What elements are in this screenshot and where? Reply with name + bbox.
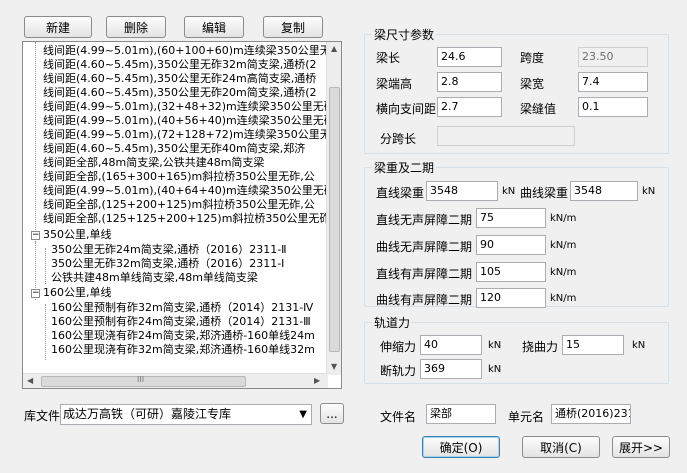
library-label: 库文件 bbox=[24, 409, 61, 423]
curve-no-barrier-label: 曲线无声屏障二期 bbox=[376, 240, 473, 254]
scroll-left-icon[interactable]: ◀ bbox=[27, 376, 33, 385]
scroll-up-icon[interactable]: ▲ bbox=[331, 44, 337, 53]
tree-connector bbox=[45, 304, 46, 360]
beam-library-tree[interactable]: 线间距(4.99~5.01m),(60+100+60)m连续梁350公里无砟 线… bbox=[22, 41, 342, 389]
tree-rows: 线间距(4.99~5.01m),(60+100+60)m连续梁350公里无砟 线… bbox=[23, 42, 328, 375]
deflection-force-label: 挠曲力 bbox=[522, 340, 559, 354]
straight-no-barrier-unit: kN/m bbox=[550, 213, 577, 224]
beam-weight-title: 梁重及二期 bbox=[372, 159, 437, 176]
straight-weight-input[interactable]: 3548 bbox=[426, 181, 498, 201]
scroll-down-icon[interactable]: ▼ bbox=[331, 362, 337, 371]
gap-input[interactable]: 0.1 bbox=[578, 97, 648, 117]
gap-label: 梁缝值 bbox=[520, 102, 557, 116]
ok-button[interactable]: 确定(O) bbox=[422, 436, 500, 458]
tree-item[interactable]: 线间距全部,(165+300+165)m斜拉桥350公里无砟,公 bbox=[43, 170, 315, 184]
cancel-button[interactable]: 取消(C) bbox=[522, 436, 600, 458]
beam-size-title: 梁尺寸参数 bbox=[372, 26, 437, 43]
span-label: 跨度 bbox=[520, 51, 545, 65]
straight-barrier-label: 直线有声屏障二期 bbox=[376, 267, 473, 281]
straight-barrier-unit: kN/m bbox=[550, 267, 577, 278]
unit-name-label: 单元名 bbox=[508, 410, 545, 424]
new-button[interactable]: 新建 bbox=[24, 16, 92, 38]
bearing-spacing-input[interactable]: 2.7 bbox=[437, 97, 502, 117]
filename-input[interactable]: 梁部 bbox=[426, 404, 496, 424]
straight-barrier-input[interactable]: 105 bbox=[476, 262, 546, 282]
filename-label: 文件名 bbox=[380, 410, 417, 424]
curve-weight-input[interactable]: 3548 bbox=[570, 181, 638, 201]
tree-item[interactable]: 350公里无砟24m简支梁,通桥（2016）2311-Ⅱ bbox=[51, 243, 287, 257]
tree-item[interactable]: 线间距(4.60~5.45m),350公里无砟24m高简支梁,通桥 bbox=[43, 72, 316, 86]
collapse-icon[interactable]: − bbox=[31, 289, 40, 298]
tree-item[interactable]: 线间距全部,48m简支梁,公铁共建48m简支梁 bbox=[43, 156, 264, 170]
tree-item[interactable]: 线间距全部,(125+125+200+125)m斜拉桥350公里无砟 bbox=[43, 212, 328, 226]
tree-item[interactable]: 线间距(4.99~5.01m),(40+64+40)m连续梁350公里无砟 bbox=[43, 184, 328, 198]
tree-item[interactable]: 线间距(4.99~5.01m),(32+48+32)m连续梁350公里无砟 bbox=[43, 100, 328, 114]
tree-item[interactable]: 线间距(4.99~5.01m),(72+128+72)m连续梁350公里无砟 bbox=[43, 128, 328, 142]
straight-no-barrier-label: 直线无声屏障二期 bbox=[376, 213, 473, 227]
tree-group-160-single[interactable]: 160公里,单线 bbox=[43, 286, 112, 300]
expand-button[interactable]: 展开>> bbox=[612, 436, 670, 458]
tree-item[interactable]: 公铁共建48m单线简支梁,48m单线简支梁 bbox=[51, 271, 258, 285]
tree-item[interactable]: 160公里现浇有砟32m简支梁,郑济通桥-160单线32m bbox=[51, 343, 315, 357]
curve-barrier-unit: kN/m bbox=[550, 293, 577, 304]
beam-width-input[interactable]: 7.4 bbox=[578, 72, 648, 92]
tree-item[interactable]: 线间距全部,(125+200+125)m斜拉桥350公里无砟,公 bbox=[43, 198, 315, 212]
delete-button[interactable]: 删除 bbox=[106, 16, 166, 38]
straight-weight-label: 直线梁重 bbox=[376, 186, 424, 200]
beam-length-input[interactable]: 24.6 bbox=[437, 47, 502, 67]
tree-item[interactable]: 线间距(4.60~5.45m),350公里无砟32m简支梁,通桥(2 bbox=[43, 58, 317, 72]
tree-item[interactable]: 160公里预制有砟32m简支梁,通桥（2014）2131-Ⅳ bbox=[51, 301, 313, 315]
grip-icon: III bbox=[137, 375, 145, 384]
unit-name-input[interactable]: 通桥(2016)2311 bbox=[551, 404, 631, 424]
break-force-input[interactable]: 369 bbox=[420, 359, 482, 379]
tree-item[interactable]: 350公里无砟32m简支梁,通桥（2016）2311-Ⅰ bbox=[51, 257, 284, 271]
chevron-down-icon: ▼ bbox=[299, 409, 307, 420]
break-force-unit: kN bbox=[488, 364, 502, 375]
scroll-thumb[interactable] bbox=[329, 87, 340, 352]
expansion-force-input[interactable]: 40 bbox=[420, 335, 482, 355]
tree-item[interactable]: 160公里预制有砟24m简支梁,通桥（2014）2131-Ⅲ bbox=[51, 315, 311, 329]
rail-force-title: 轨道力 bbox=[372, 314, 413, 331]
break-force-label: 断轨力 bbox=[380, 364, 417, 378]
library-select[interactable]: 成达万高铁（可研）嘉陵江专库 ▼ bbox=[60, 404, 312, 425]
sub-span-label: 分跨长 bbox=[380, 132, 417, 146]
scroll-thumb[interactable]: III bbox=[41, 375, 246, 387]
deflection-force-unit: kN bbox=[632, 340, 646, 351]
tree-group-350-single[interactable]: 350公里,单线 bbox=[43, 228, 112, 242]
expansion-force-label: 伸缩力 bbox=[380, 340, 417, 354]
browse-button[interactable]: ... bbox=[320, 403, 344, 424]
copy-button[interactable]: 复制 bbox=[263, 16, 323, 38]
deflection-force-input[interactable]: 15 bbox=[562, 335, 624, 355]
tree-item[interactable]: 线间距(4.99~5.01m),(40+56+40)m连续梁350公里无砟 bbox=[43, 114, 328, 128]
collapse-icon[interactable]: − bbox=[31, 231, 40, 240]
beam-length-label: 梁长 bbox=[376, 51, 401, 65]
sub-span-input bbox=[437, 126, 575, 146]
tree-vertical-scrollbar[interactable]: ▲ ▼ bbox=[326, 42, 341, 375]
curve-barrier-label: 曲线有声屏障二期 bbox=[376, 293, 473, 307]
curve-no-barrier-input[interactable]: 90 bbox=[476, 235, 546, 255]
span-input: 23.50 bbox=[578, 47, 648, 67]
expansion-force-unit: kN bbox=[488, 340, 502, 351]
bearing-spacing-label: 横向支间距 bbox=[376, 102, 436, 116]
scroll-right-icon[interactable]: ▶ bbox=[314, 376, 320, 385]
curve-weight-label: 曲线梁重 bbox=[520, 186, 568, 200]
straight-no-barrier-input[interactable]: 75 bbox=[476, 208, 546, 228]
straight-weight-unit: kN bbox=[502, 186, 516, 197]
edit-button[interactable]: 编辑 bbox=[184, 16, 244, 38]
end-height-input[interactable]: 2.8 bbox=[437, 72, 502, 92]
end-height-label: 梁端高 bbox=[376, 77, 413, 91]
tree-item[interactable]: 线间距(4.99~5.01m),(60+100+60)m连续梁350公里无砟 bbox=[43, 44, 328, 58]
beam-width-label: 梁宽 bbox=[520, 77, 545, 91]
tree-item[interactable]: 线间距(4.60~5.45m),350公里无砟20m简支梁,通桥(2 bbox=[43, 86, 317, 100]
curve-weight-unit: kN bbox=[642, 186, 656, 197]
tree-item[interactable]: 160公里现浇有砟24m简支梁,郑济通桥-160单线24m bbox=[51, 329, 315, 343]
tree-connector bbox=[45, 248, 46, 284]
tree-connector bbox=[35, 42, 36, 242]
tree-horizontal-scrollbar[interactable]: ◀ III ▶ bbox=[23, 373, 328, 388]
curve-no-barrier-unit: kN/m bbox=[550, 240, 577, 251]
curve-barrier-input[interactable]: 120 bbox=[476, 288, 546, 308]
tree-item[interactable]: 线间距(4.60~5.45m),350公里无砟40m简支梁,郑济 bbox=[43, 142, 305, 156]
